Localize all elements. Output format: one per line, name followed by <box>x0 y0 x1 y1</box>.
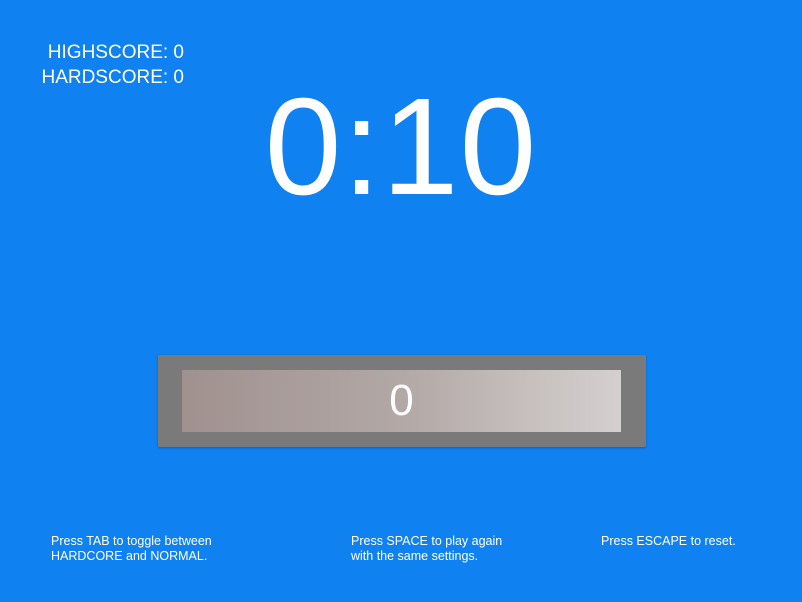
highscore-text: HIGHSCORE: 0 <box>47 42 184 63</box>
counter-panel: 0 <box>158 355 646 447</box>
space-hint-line-1: Press SPACE to play again <box>351 534 503 548</box>
tab-hint-line-2: HARDCORE and NORMAL. <box>51 549 208 563</box>
tab-hint: Press TAB to toggle between HARDCORE and… <box>51 534 212 564</box>
space-hint: Press SPACE to play again with the same … <box>351 534 502 564</box>
countdown-timer: 0:10 <box>264 70 538 224</box>
tab-hint-line-1: Press TAB to toggle between <box>51 534 212 548</box>
escape-hint: Press ESCAPE to reset. <box>601 534 736 549</box>
counter-value: 0 <box>389 376 414 425</box>
counter-display: 0 <box>182 370 621 432</box>
game-screen: HIGHSCORE: 0 HARDSCORE: 0 0:10 0 Press T… <box>0 0 802 602</box>
escape-hint-line-1: Press ESCAPE to reset. <box>601 534 736 548</box>
space-hint-line-2: with the same settings. <box>351 549 479 563</box>
